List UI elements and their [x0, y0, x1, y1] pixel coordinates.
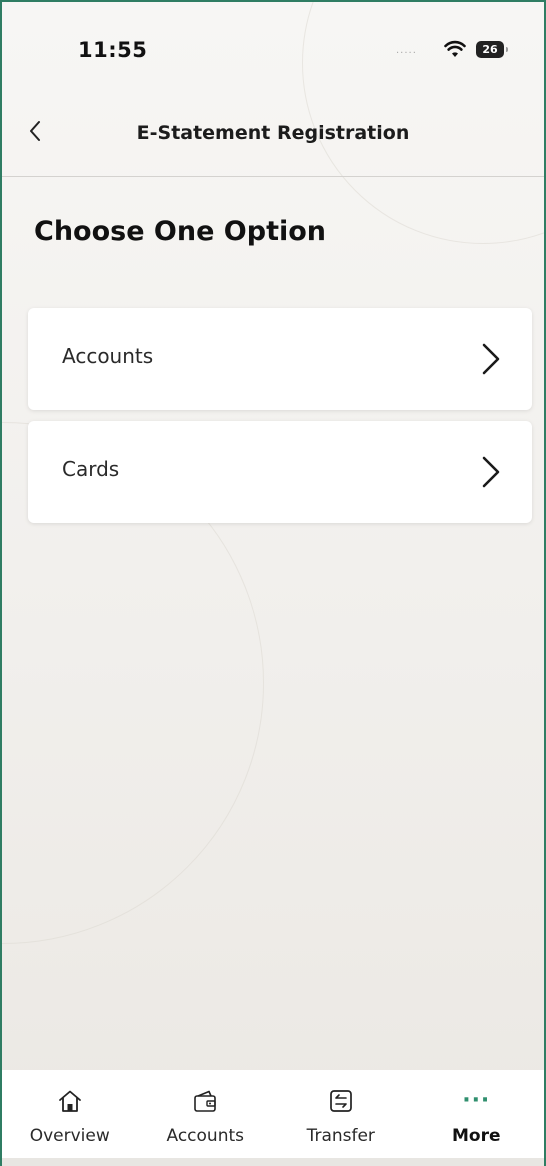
tab-label: Overview: [29, 1126, 110, 1146]
app-screen: 11:55 ..... 26 E-Statement Registration …: [0, 0, 546, 1166]
chevron-right-icon: [480, 455, 502, 489]
tab-accounts[interactable]: Accounts: [138, 1070, 274, 1158]
option-label: Accounts: [62, 344, 154, 368]
battery-icon: 26: [476, 41, 508, 58]
more-icon: ···: [462, 1088, 491, 1113]
tab-label: Transfer: [306, 1126, 375, 1146]
tab-label: Accounts: [166, 1126, 245, 1146]
option-cards[interactable]: Cards: [28, 421, 532, 523]
home-indicator-area: [2, 1158, 544, 1166]
wifi-icon: [444, 40, 466, 58]
cellular-signal-icon: .....: [396, 45, 417, 56]
option-label: Cards: [62, 457, 120, 481]
transfer-icon: [328, 1088, 354, 1114]
tab-more[interactable]: ··· More: [409, 1070, 545, 1158]
home-icon: [57, 1088, 83, 1114]
chevron-right-icon: [480, 342, 502, 376]
navigation-bar: E-Statement Registration: [2, 98, 544, 177]
status-time: 11:55: [78, 38, 148, 62]
wallet-icon: [192, 1088, 218, 1114]
status-bar: 11:55 ..... 26: [2, 2, 544, 98]
page-title: Choose One Option: [34, 216, 327, 247]
tab-label: More: [451, 1126, 501, 1146]
page-header-title: E-Statement Registration: [136, 122, 410, 144]
bottom-tab-bar: Overview Accounts Transfer ··· More: [2, 1070, 544, 1158]
tab-transfer[interactable]: Transfer: [273, 1070, 409, 1158]
option-accounts[interactable]: Accounts: [28, 308, 532, 410]
tab-overview[interactable]: Overview: [2, 1070, 138, 1158]
